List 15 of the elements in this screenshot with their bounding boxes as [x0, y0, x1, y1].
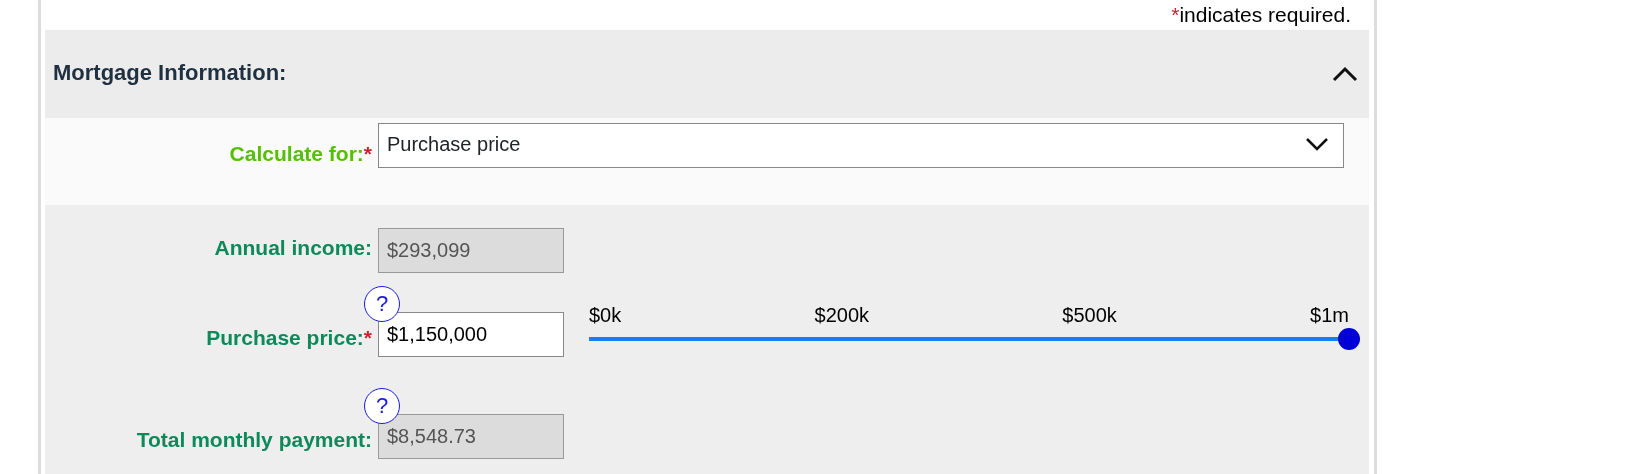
dropdown[interactable]: Purchase price: [378, 123, 1344, 168]
field-label: Annual income:: [214, 235, 372, 259]
section-title: Mortgage Information:: [53, 59, 287, 87]
field-label: Purchase price:*: [206, 325, 372, 349]
chevron-down-icon: [1305, 136, 1329, 151]
input-field[interactable]: $1,150,000: [378, 312, 564, 357]
tick-label: $500k: [1062, 303, 1117, 328]
slider-thumb[interactable]: [1338, 328, 1360, 350]
tick-label: $1m: [1310, 303, 1349, 328]
tick-label: $0k: [589, 303, 622, 328]
collapse-icon[interactable]: [1331, 65, 1359, 83]
field-label: Calculate for:*: [229, 142, 372, 165]
required-note: *indicates required.: [1171, 3, 1351, 26]
field-label: Total monthly payment:: [136, 427, 372, 451]
tick-label: $200k: [814, 303, 870, 328]
